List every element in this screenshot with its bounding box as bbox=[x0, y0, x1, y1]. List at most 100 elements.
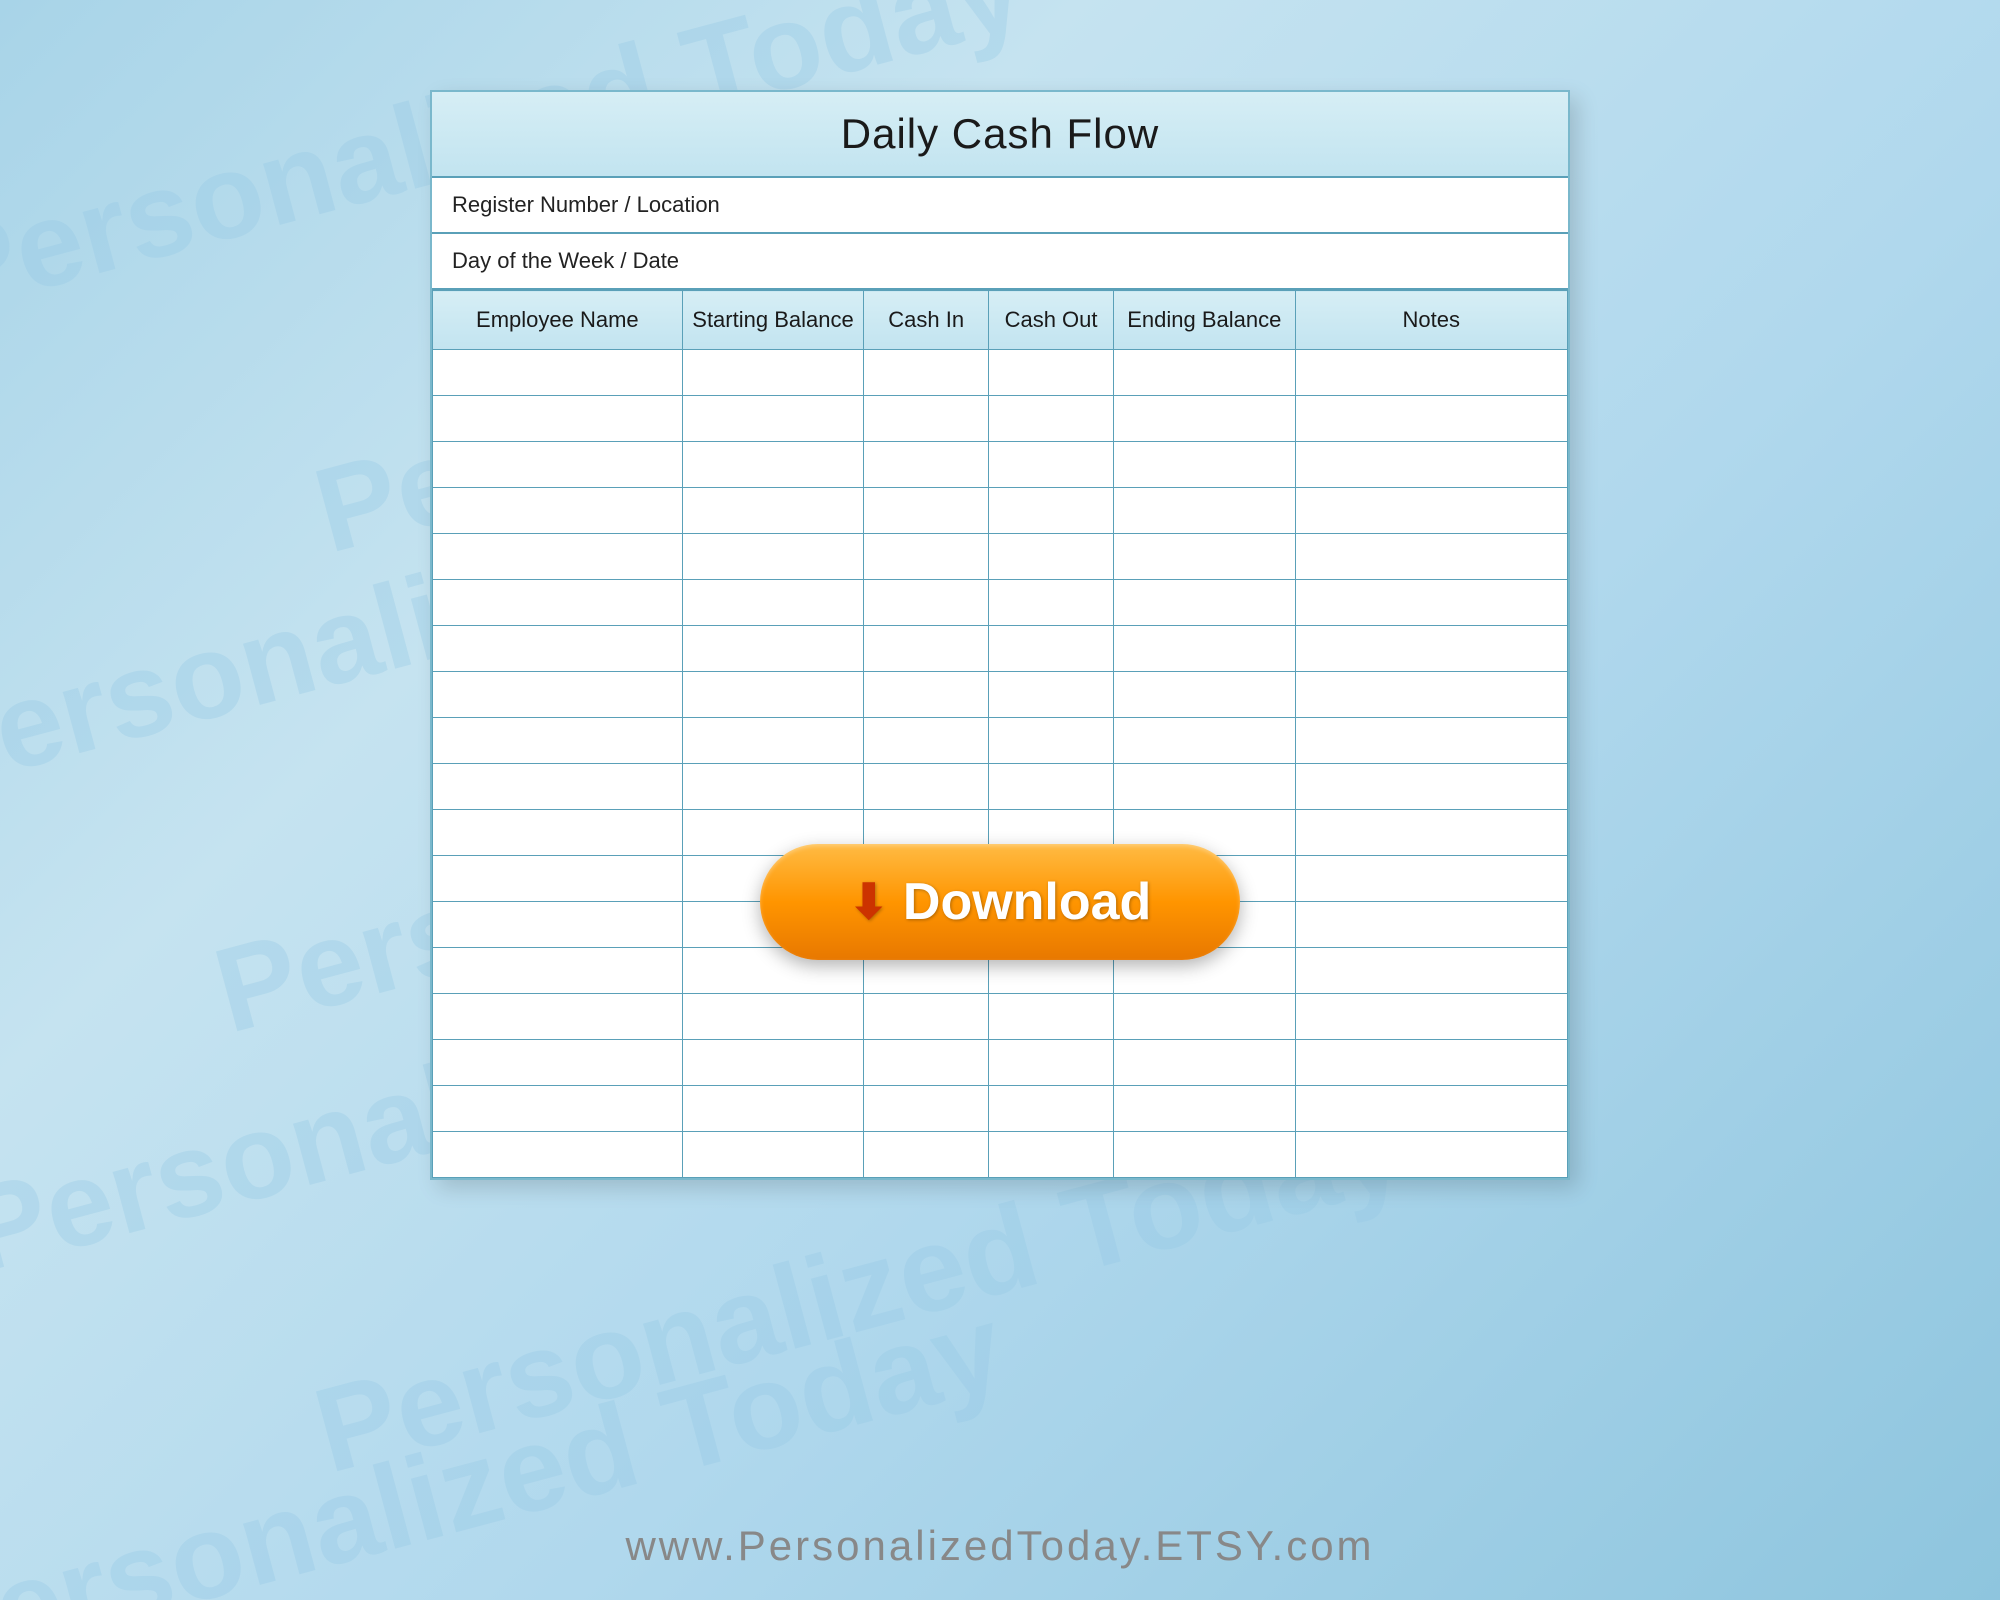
table-cell[interactable] bbox=[1113, 626, 1295, 672]
table-cell[interactable] bbox=[1295, 994, 1567, 1040]
table-cell[interactable] bbox=[433, 902, 683, 948]
table-cell[interactable] bbox=[433, 350, 683, 396]
table-cell[interactable] bbox=[1295, 718, 1567, 764]
table-cell[interactable] bbox=[1113, 1086, 1295, 1132]
table-cell[interactable] bbox=[1295, 902, 1567, 948]
table-cell[interactable] bbox=[989, 994, 1114, 1040]
table-cell[interactable] bbox=[433, 994, 683, 1040]
table-cell[interactable] bbox=[864, 396, 989, 442]
table-cell[interactable] bbox=[433, 948, 683, 994]
table-cell[interactable] bbox=[433, 718, 683, 764]
table-cell[interactable] bbox=[682, 442, 864, 488]
table-row bbox=[433, 350, 1568, 396]
table-cell[interactable] bbox=[433, 396, 683, 442]
table-cell[interactable] bbox=[433, 764, 683, 810]
table-cell[interactable] bbox=[989, 442, 1114, 488]
table-cell[interactable] bbox=[1295, 1040, 1567, 1086]
table-cell[interactable] bbox=[864, 534, 989, 580]
table-cell[interactable] bbox=[682, 396, 864, 442]
table-cell[interactable] bbox=[1113, 396, 1295, 442]
table-cell[interactable] bbox=[1113, 580, 1295, 626]
table-cell[interactable] bbox=[1295, 1132, 1567, 1178]
table-cell[interactable] bbox=[1113, 1040, 1295, 1086]
table-cell[interactable] bbox=[433, 534, 683, 580]
table-cell[interactable] bbox=[682, 488, 864, 534]
table-cell[interactable] bbox=[682, 350, 864, 396]
table-cell[interactable] bbox=[682, 994, 864, 1040]
table-cell[interactable] bbox=[682, 1086, 864, 1132]
register-row: Register Number / Location bbox=[432, 178, 1568, 234]
table-cell[interactable] bbox=[433, 626, 683, 672]
document-card: Daily Cash Flow Register Number / Locati… bbox=[430, 90, 1570, 1180]
table-cell[interactable] bbox=[864, 672, 989, 718]
table-cell[interactable] bbox=[989, 672, 1114, 718]
table-cell[interactable] bbox=[1295, 672, 1567, 718]
table-cell[interactable] bbox=[433, 442, 683, 488]
table-cell[interactable] bbox=[864, 764, 989, 810]
table-cell[interactable] bbox=[989, 534, 1114, 580]
table-cell[interactable] bbox=[1113, 718, 1295, 764]
table-cell[interactable] bbox=[1295, 810, 1567, 856]
table-cell[interactable] bbox=[864, 1040, 989, 1086]
table-cell[interactable] bbox=[989, 718, 1114, 764]
table-cell[interactable] bbox=[989, 396, 1114, 442]
table-cell[interactable] bbox=[1295, 350, 1567, 396]
table-cell[interactable] bbox=[1113, 442, 1295, 488]
table-cell[interactable] bbox=[1295, 580, 1567, 626]
table-cell[interactable] bbox=[864, 442, 989, 488]
table-cell[interactable] bbox=[864, 1132, 989, 1178]
table-cell[interactable] bbox=[433, 1086, 683, 1132]
table-cell[interactable] bbox=[989, 1040, 1114, 1086]
table-cell[interactable] bbox=[682, 580, 864, 626]
table-cell[interactable] bbox=[864, 488, 989, 534]
table-cell[interactable] bbox=[1113, 764, 1295, 810]
table-cell[interactable] bbox=[433, 1040, 683, 1086]
table-cell[interactable] bbox=[864, 626, 989, 672]
table-cell[interactable] bbox=[864, 580, 989, 626]
table-cell[interactable] bbox=[682, 672, 864, 718]
table-cell[interactable] bbox=[1295, 442, 1567, 488]
table-cell[interactable] bbox=[989, 764, 1114, 810]
table-cell[interactable] bbox=[682, 534, 864, 580]
table-cell[interactable] bbox=[1295, 396, 1567, 442]
table-cell[interactable] bbox=[989, 350, 1114, 396]
table-cell[interactable] bbox=[864, 994, 989, 1040]
table-cell[interactable] bbox=[433, 856, 683, 902]
col-header-starting: Starting Balance bbox=[682, 291, 864, 350]
table-cell[interactable] bbox=[989, 1132, 1114, 1178]
download-button[interactable]: ⬇ Download bbox=[760, 844, 1240, 960]
table-cell[interactable] bbox=[864, 718, 989, 764]
download-overlay: ⬇ Download bbox=[760, 844, 1240, 960]
table-cell[interactable] bbox=[989, 580, 1114, 626]
table-cell[interactable] bbox=[1113, 534, 1295, 580]
table-cell[interactable] bbox=[682, 1040, 864, 1086]
table-cell[interactable] bbox=[989, 1086, 1114, 1132]
table-cell[interactable] bbox=[1295, 534, 1567, 580]
table-cell[interactable] bbox=[1113, 994, 1295, 1040]
table-cell[interactable] bbox=[433, 810, 683, 856]
table-cell[interactable] bbox=[433, 580, 683, 626]
table-cell[interactable] bbox=[1113, 1132, 1295, 1178]
table-cell[interactable] bbox=[1295, 948, 1567, 994]
table-cell[interactable] bbox=[682, 1132, 864, 1178]
table-cell[interactable] bbox=[1295, 764, 1567, 810]
table-cell[interactable] bbox=[1295, 626, 1567, 672]
table-cell[interactable] bbox=[989, 626, 1114, 672]
table-cell[interactable] bbox=[682, 626, 864, 672]
table-cell[interactable] bbox=[1295, 856, 1567, 902]
table-cell[interactable] bbox=[1295, 488, 1567, 534]
table-cell[interactable] bbox=[433, 488, 683, 534]
day-label: Day of the Week / Date bbox=[452, 248, 679, 273]
table-cell[interactable] bbox=[1295, 1086, 1567, 1132]
table-cell[interactable] bbox=[1113, 672, 1295, 718]
table-cell[interactable] bbox=[1113, 488, 1295, 534]
table-cell[interactable] bbox=[433, 1132, 683, 1178]
table-row bbox=[433, 626, 1568, 672]
table-cell[interactable] bbox=[433, 672, 683, 718]
table-cell[interactable] bbox=[989, 488, 1114, 534]
table-cell[interactable] bbox=[682, 718, 864, 764]
table-cell[interactable] bbox=[1113, 350, 1295, 396]
table-cell[interactable] bbox=[682, 764, 864, 810]
table-cell[interactable] bbox=[864, 350, 989, 396]
table-cell[interactable] bbox=[864, 1086, 989, 1132]
